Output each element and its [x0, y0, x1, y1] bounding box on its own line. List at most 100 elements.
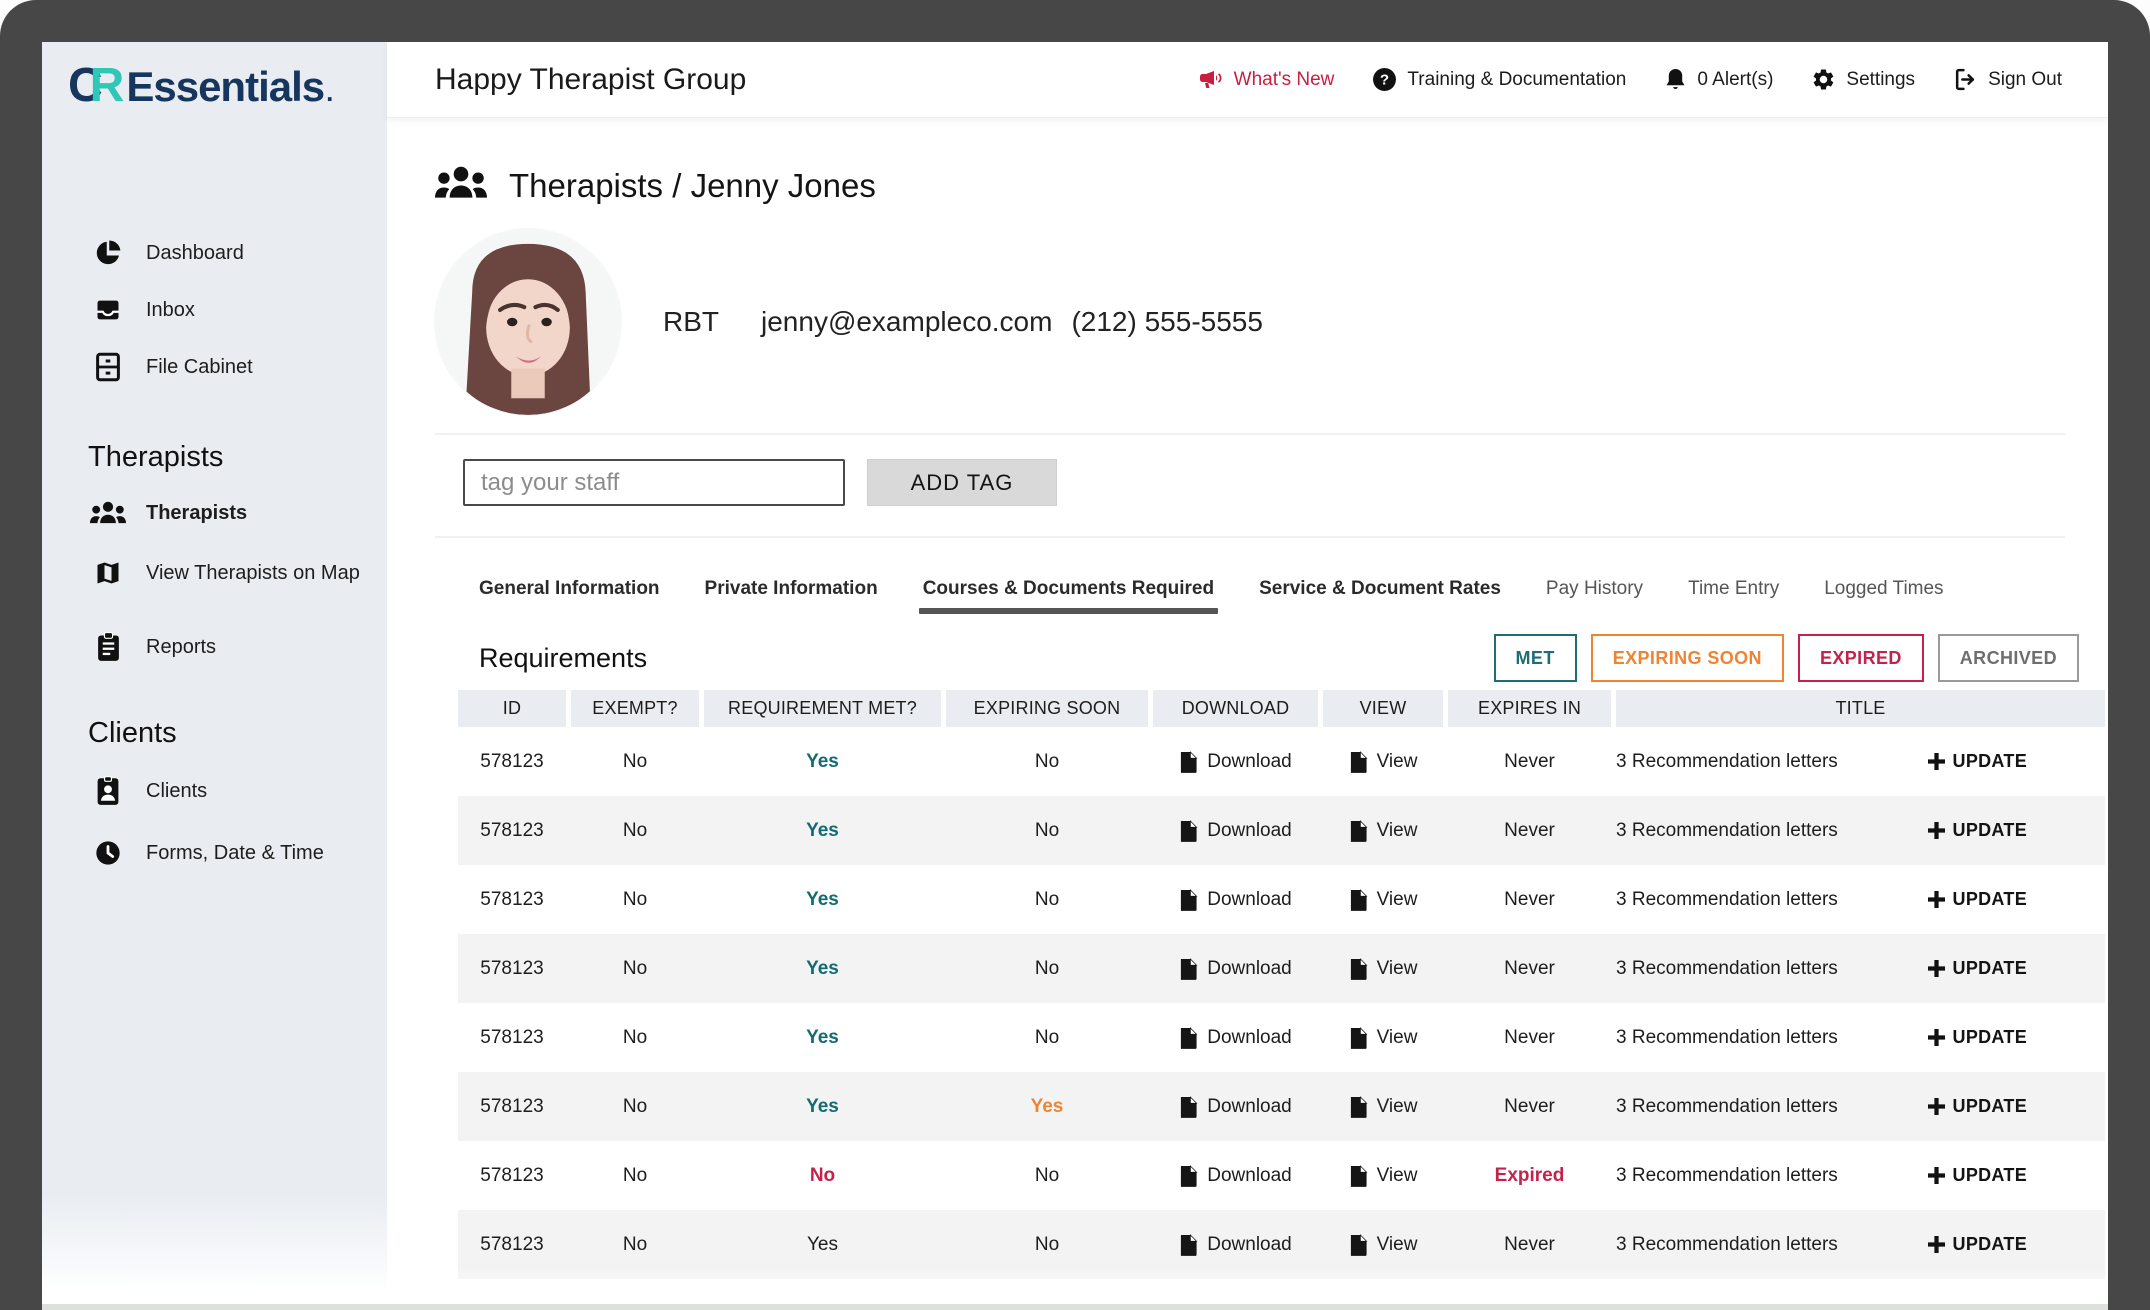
filter-expiring-soon-button[interactable]: EXPIRING SOON: [1591, 634, 1784, 682]
sidebar-item-clients[interactable]: Clients: [42, 769, 387, 813]
tab-courses-documents-required[interactable]: Courses & Documents Required: [923, 578, 1214, 614]
view-link[interactable]: View: [1323, 934, 1443, 1003]
tab-pay-history[interactable]: Pay History: [1546, 578, 1643, 614]
download-link[interactable]: Download: [1153, 934, 1318, 1003]
update-button[interactable]: UPDATE: [1928, 1165, 2027, 1186]
tab-logged-times[interactable]: Logged Times: [1824, 578, 1943, 614]
sidebar-item-dashboard[interactable]: Dashboard: [42, 231, 387, 275]
view-link[interactable]: View: [1323, 1072, 1443, 1141]
people-icon: [90, 496, 126, 530]
document-icon: [1179, 1233, 1198, 1257]
tag-input[interactable]: [463, 459, 845, 506]
app-logo: CREssentials.: [68, 58, 387, 113]
sign-out-link[interactable]: Sign Out: [1953, 67, 2062, 92]
sidebar-item-forms-date-time[interactable]: Forms, Date & Time: [42, 831, 387, 875]
filter-expired-button[interactable]: EXPIRED: [1798, 634, 1924, 682]
tab-time-entry[interactable]: Time Entry: [1688, 578, 1779, 614]
bell-icon: [1664, 67, 1687, 92]
add-tag-button[interactable]: ADD TAG: [867, 459, 1057, 506]
download-link[interactable]: Download: [1153, 796, 1318, 865]
cell-exempt: No: [571, 796, 699, 865]
cell-title: 3 Recommendation lettersUPDATE: [1616, 1072, 2105, 1141]
download-link[interactable]: Download: [1153, 1072, 1318, 1141]
column-header-title: TITLE: [1616, 690, 2105, 727]
sidebar-item-reports[interactable]: Reports: [42, 625, 387, 669]
update-button[interactable]: UPDATE: [1928, 1096, 2027, 1117]
settings-link[interactable]: Settings: [1811, 67, 1915, 92]
alerts-link[interactable]: 0 Alert(s): [1664, 67, 1773, 92]
cell-id: 578123: [458, 865, 566, 934]
megaphone-icon: [1198, 68, 1224, 92]
update-button[interactable]: UPDATE: [1928, 1027, 2027, 1048]
cell-expires-in: Never: [1448, 865, 1611, 934]
tab-general-information[interactable]: General Information: [479, 578, 660, 614]
column-header-expiring-soon: EXPIRING SOON: [946, 690, 1148, 727]
view-link[interactable]: View: [1323, 1141, 1443, 1210]
filter-archived-button[interactable]: ARCHIVED: [1938, 634, 2079, 682]
update-label: UPDATE: [1953, 1027, 2027, 1048]
sidebar-label: Dashboard: [146, 242, 244, 265]
column-header-id: ID: [458, 690, 566, 727]
update-button[interactable]: UPDATE: [1928, 751, 2027, 772]
sidebar-section-therapists: Therapists: [42, 437, 387, 477]
sidebar-item-inbox[interactable]: Inbox: [42, 288, 387, 332]
sidebar-item-view-therapists-on-map[interactable]: View Therapists on Map: [42, 551, 387, 595]
sidebar-item-file-cabinet[interactable]: File Cabinet: [42, 345, 387, 389]
pie-chart-icon: [90, 236, 126, 270]
filter-met-button[interactable]: MET: [1494, 634, 1577, 682]
view-label: View: [1377, 1096, 1418, 1118]
cell-title: 3 Recommendation lettersUPDATE: [1616, 1003, 2105, 1072]
document-icon: [1179, 1026, 1198, 1050]
clipboard-icon: [90, 630, 126, 664]
cell-expiring-soon: No: [946, 1003, 1148, 1072]
view-link[interactable]: View: [1323, 727, 1443, 796]
page-title: Therapists / Jenny Jones: [509, 167, 876, 205]
cell-expiring-soon: No: [946, 934, 1148, 1003]
update-label: UPDATE: [1953, 1165, 2027, 1186]
update-button[interactable]: UPDATE: [1928, 820, 2027, 841]
download-link[interactable]: Download: [1153, 1210, 1318, 1279]
section-divider: [435, 433, 2065, 435]
cell-title: 3 Recommendation lettersUPDATE: [1616, 865, 2105, 934]
top-bar-menu: What's New ? Training & Documentation 0 …: [1198, 67, 2062, 92]
update-label: UPDATE: [1953, 1234, 2027, 1255]
view-link[interactable]: View: [1323, 796, 1443, 865]
whats-new-link[interactable]: What's New: [1198, 68, 1335, 92]
therapist-profile: RBT jenny@exampleco.com (212) 555-5555: [435, 229, 2108, 415]
cell-exempt: No: [571, 1072, 699, 1141]
inbox-icon: [90, 293, 126, 327]
sidebar: CREssentials. Dashboard Inbox File Cabin…: [42, 42, 387, 1310]
update-button[interactable]: UPDATE: [1928, 889, 2027, 910]
requirement-title: 3 Recommendation letters: [1616, 820, 1838, 842]
view-label: View: [1377, 958, 1418, 980]
document-icon: [1349, 957, 1368, 981]
sidebar-item-therapists[interactable]: Therapists: [42, 491, 387, 535]
plus-icon: [1928, 822, 1945, 839]
plus-icon: [1928, 1098, 1945, 1115]
download-link[interactable]: Download: [1153, 865, 1318, 934]
update-button[interactable]: UPDATE: [1928, 1234, 2027, 1255]
therapist-email: jenny@exampleco.com: [761, 306, 1052, 338]
download-link[interactable]: Download: [1153, 727, 1318, 796]
column-header-exempt: EXEMPT?: [571, 690, 699, 727]
requirement-title: 3 Recommendation letters: [1616, 1234, 1838, 1256]
document-icon: [1179, 1095, 1198, 1119]
tab-service-document-rates[interactable]: Service & Document Rates: [1259, 578, 1501, 614]
cell-expiring-soon: No: [946, 727, 1148, 796]
table-row: 578123NoYesNoDownloadViewNever3 Recommen…: [458, 1210, 2105, 1279]
cell-exempt: No: [571, 1210, 699, 1279]
requirement-title: 3 Recommendation letters: [1616, 751, 1838, 773]
view-link[interactable]: View: [1323, 865, 1443, 934]
plus-icon: [1928, 1167, 1945, 1184]
therapist-phone: (212) 555-5555: [1071, 306, 1262, 338]
view-link[interactable]: View: [1323, 1003, 1443, 1072]
cell-title: 3 Recommendation lettersUPDATE: [1616, 934, 2105, 1003]
update-button[interactable]: UPDATE: [1928, 958, 2027, 979]
training-documentation-link[interactable]: ? Training & Documentation: [1372, 67, 1626, 92]
cell-requirement-met: Yes: [704, 1003, 941, 1072]
view-link[interactable]: View: [1323, 1210, 1443, 1279]
download-link[interactable]: Download: [1153, 1141, 1318, 1210]
tab-private-information[interactable]: Private Information: [705, 578, 878, 614]
download-link[interactable]: Download: [1153, 1003, 1318, 1072]
window-bottom-edge: [42, 1304, 2108, 1310]
